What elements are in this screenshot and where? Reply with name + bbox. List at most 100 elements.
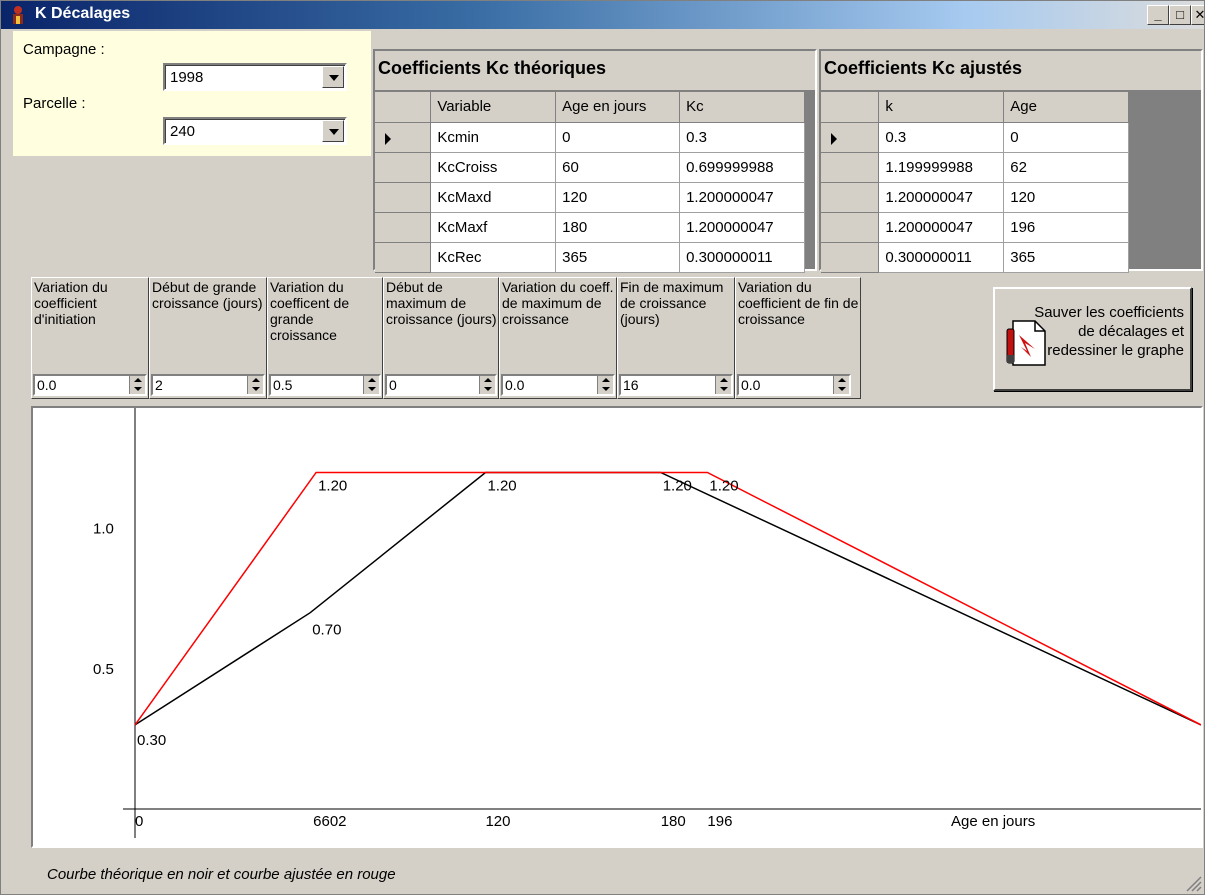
- table-cell[interactable]: 120: [555, 182, 681, 213]
- resize-grip-icon[interactable]: [1184, 874, 1202, 892]
- table-cell[interactable]: 120: [1003, 182, 1129, 213]
- x-tick-label: 6602: [313, 813, 346, 830]
- table-row[interactable]: 1.200000047 120: [821, 182, 1129, 213]
- table-cell[interactable]: 1.200000047: [679, 182, 805, 213]
- row-indicator[interactable]: [821, 182, 880, 213]
- end-variation-spinner[interactable]: 0.0: [737, 374, 851, 396]
- spinner-arrows-icon[interactable]: [597, 376, 613, 394]
- window-title: K Décalages: [35, 5, 131, 22]
- column-header[interactable]: k: [878, 92, 1005, 123]
- campagne-value: 1998: [170, 69, 204, 86]
- campagne-select[interactable]: 1998: [163, 63, 347, 91]
- param-initiation-variation: Variation du coefficient d'initiation 0.…: [31, 277, 149, 399]
- column-header[interactable]: Age en jours: [555, 92, 681, 123]
- parcelle-label: Parcelle :: [23, 95, 86, 112]
- table-cell[interactable]: Kcmin: [430, 122, 557, 153]
- table-row[interactable]: KcCroiss 60 0.699999988: [375, 152, 805, 183]
- app-icon: [13, 6, 23, 24]
- param-label: Début de grande croissance (jours): [152, 279, 263, 311]
- table-cell[interactable]: 0: [1003, 122, 1129, 153]
- param-label: Variation du coefficient de fin de crois…: [738, 279, 859, 327]
- table-row[interactable]: KcRec 365 0.300000011: [375, 242, 805, 273]
- spinner-arrows-icon[interactable]: [363, 376, 379, 394]
- parcelle-select[interactable]: 240: [163, 117, 347, 145]
- spinner-value: 16: [623, 377, 639, 393]
- table-cell[interactable]: KcCroiss: [430, 152, 557, 183]
- table-cell[interactable]: 0.300000011: [878, 242, 1005, 273]
- table-cell[interactable]: 0.699999988: [679, 152, 805, 183]
- data-label: 1.20: [663, 477, 692, 494]
- max-start-spinner[interactable]: 0: [385, 374, 497, 396]
- spinner-arrows-icon[interactable]: [715, 376, 731, 394]
- spinner-arrows-icon[interactable]: [129, 376, 145, 394]
- column-header[interactable]: Variable: [430, 92, 557, 123]
- row-indicator[interactable]: [375, 182, 432, 213]
- table-cell[interactable]: 1.200000047: [679, 212, 805, 243]
- row-indicator[interactable]: [375, 152, 432, 183]
- table-row[interactable]: 0.3 0: [821, 122, 1129, 153]
- maximize-button[interactable]: □: [1169, 5, 1191, 25]
- row-indicator[interactable]: [821, 212, 880, 243]
- minimize-button[interactable]: _: [1147, 5, 1169, 25]
- kc-chart-svg: Age en jours 0.5 1.0 0 6602 120 180 196 0.30 0…: [93, 408, 1202, 838]
- spinner-arrows-icon[interactable]: [247, 376, 263, 394]
- data-label: 0.70: [312, 622, 341, 639]
- parcelle-value: 240: [170, 123, 196, 140]
- table-cell[interactable]: KcRec: [430, 242, 557, 273]
- column-header[interactable]: Kc: [679, 92, 805, 123]
- save-redraw-button[interactable]: Sauver les coefficients de décalages et …: [993, 287, 1192, 391]
- theoretical-coefficients-grid: Coefficients Kc théoriques Variable Age …: [373, 49, 817, 273]
- row-indicator[interactable]: [821, 242, 880, 273]
- table-cell[interactable]: 196: [1003, 212, 1129, 243]
- table-row[interactable]: 0.300000011 365: [821, 242, 1129, 273]
- table-cell[interactable]: KcMaxf: [430, 212, 557, 243]
- growth-start-spinner[interactable]: 2: [151, 374, 265, 396]
- table-cell[interactable]: 0.3: [679, 122, 805, 153]
- row-indicator[interactable]: [821, 152, 880, 183]
- table-cell[interactable]: 0.3: [878, 122, 1005, 153]
- initiation-variation-spinner[interactable]: 0.0: [33, 374, 147, 396]
- table-cell[interactable]: 1.200000047: [878, 182, 1005, 213]
- chevron-down-icon[interactable]: [322, 66, 344, 88]
- table-cell[interactable]: KcMaxd: [430, 182, 557, 213]
- kc-chart: Age en jours 0.5 1.0 0 6602 120 180 196 0.30 0…: [31, 406, 1203, 848]
- x-axis-label: Age en jours: [951, 813, 1035, 830]
- table-cell[interactable]: 365: [1003, 242, 1129, 273]
- row-indicator[interactable]: [375, 242, 432, 273]
- table-row[interactable]: KcMaxd 120 1.200000047: [375, 182, 805, 213]
- series-line: [134, 471, 1202, 726]
- table-cell[interactable]: 60: [555, 152, 681, 183]
- growth-variation-spinner[interactable]: 0.5: [269, 374, 381, 396]
- table-cell[interactable]: 1.200000047: [878, 212, 1005, 243]
- table-cell[interactable]: 1.199999988: [878, 152, 1005, 183]
- theoretical-grid-title: Coefficients Kc théoriques: [375, 51, 815, 91]
- y-tick-label: 0.5: [93, 661, 114, 678]
- table-row[interactable]: 1.200000047 196: [821, 212, 1129, 243]
- column-header[interactable]: Age: [1003, 92, 1129, 123]
- table-cell[interactable]: 365: [555, 242, 681, 273]
- table-row[interactable]: 1.199999988 62: [821, 152, 1129, 183]
- table-row[interactable]: Kcmin 0 0.3: [375, 122, 805, 153]
- param-growth-start: Début de grande croissance (jours) 2: [149, 277, 267, 399]
- table-row[interactable]: KcMaxf 180 1.200000047: [375, 212, 805, 243]
- title-bar[interactable]: K Décalages _ □ ✕: [1, 1, 1204, 29]
- row-indicator[interactable]: [375, 122, 432, 153]
- table-cell[interactable]: 180: [555, 212, 681, 243]
- table-cell[interactable]: 0.300000011: [679, 242, 805, 273]
- k-decalages-window: K Décalages _ □ ✕ Campagne : 1998 Parcel…: [0, 0, 1205, 895]
- table-cell[interactable]: 0: [555, 122, 681, 153]
- spinner-arrows-icon[interactable]: [479, 376, 495, 394]
- x-tick-label: 0: [135, 813, 143, 830]
- spinner-arrows-icon[interactable]: [833, 376, 849, 394]
- row-indicator[interactable]: [821, 122, 880, 153]
- table-cell[interactable]: 62: [1003, 152, 1129, 183]
- param-max-start: Début de maximum de croissance (jours) 0: [383, 277, 499, 399]
- max-variation-spinner[interactable]: 0.0: [501, 374, 615, 396]
- close-button[interactable]: ✕: [1191, 5, 1204, 25]
- spinner-value: 0: [389, 377, 397, 393]
- max-end-spinner[interactable]: 16: [619, 374, 733, 396]
- x-tick-label: 180: [661, 813, 686, 830]
- param-label: Variation du coeff. de maximum de croiss…: [502, 279, 614, 327]
- chevron-down-icon[interactable]: [322, 120, 344, 142]
- row-indicator[interactable]: [375, 212, 432, 243]
